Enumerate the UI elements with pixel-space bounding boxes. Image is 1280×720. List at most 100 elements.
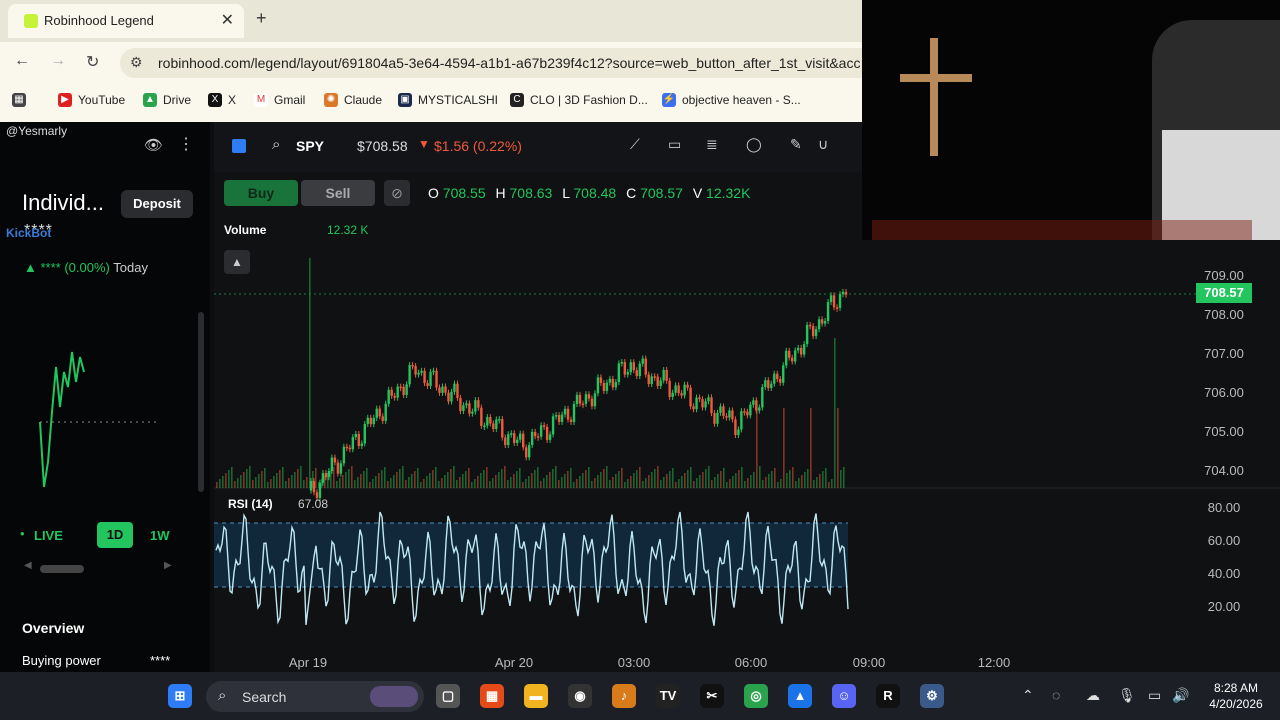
new-tab-icon[interactable]: + — [256, 8, 267, 29]
candle — [366, 417, 369, 424]
pencil-tool-icon[interactable]: ✎ — [790, 136, 802, 153]
candle — [327, 470, 331, 478]
site-info-icon[interactable]: ⚙ — [130, 54, 143, 71]
bookmark-gmail[interactable]: M Gmail — [254, 93, 305, 107]
network-icon[interactable]: ▭ — [1148, 687, 1161, 704]
scroll-right-icon[interactable]: ▶ — [164, 560, 172, 571]
obs-icon[interactable]: ◉ — [568, 684, 592, 708]
range-1w-button[interactable]: 1W — [150, 528, 170, 543]
account-sparkline — [39, 351, 160, 488]
drive-icon[interactable]: ▲ — [788, 684, 812, 708]
candle — [369, 417, 372, 425]
forward-icon[interactable]: → — [50, 52, 66, 70]
address-bar[interactable]: ⚙ robinhood.com/legend/layout/691804a5-3… — [120, 48, 880, 78]
volume-bar — [576, 479, 578, 488]
tradingview-icon[interactable]: TV — [656, 684, 680, 708]
candle — [629, 362, 632, 373]
vertical-scrollbar[interactable] — [198, 312, 204, 492]
ticker-symbol[interactable]: SPY — [296, 138, 324, 154]
volume-bar — [777, 482, 779, 488]
volume-bar — [225, 473, 227, 488]
settings-gear-icon[interactable]: ⚙ — [920, 684, 944, 708]
trendline-tool-icon[interactable]: ⟋ — [630, 136, 640, 153]
candle — [698, 397, 701, 400]
system-clock[interactable]: 8:28 AM 4/20/2026 — [1196, 680, 1276, 712]
volume-bar — [681, 476, 683, 488]
candle — [650, 376, 653, 385]
bookmark-drive[interactable]: ▲ Drive — [143, 93, 191, 107]
back-icon[interactable]: ← — [14, 52, 30, 70]
microphone-icon[interactable]: 🎙 — [1118, 687, 1136, 704]
volume-bar — [807, 469, 809, 488]
candle — [838, 294, 842, 308]
up-arrow-icon: ▲ — [24, 260, 37, 275]
bookmark-claude[interactable]: ✺ Claude — [324, 93, 382, 107]
buy-button[interactable]: Buy — [224, 180, 298, 206]
sell-button[interactable]: Sell — [301, 180, 375, 206]
candle — [611, 378, 615, 388]
candle — [492, 423, 495, 429]
volume-bar — [342, 475, 344, 488]
ellipse-tool-icon[interactable]: ◯ — [746, 136, 762, 153]
volume-bar — [705, 469, 707, 488]
volume-icon[interactable]: 🔊 — [1172, 687, 1189, 704]
tab-robinhood-legend[interactable]: Robinhood Legend ✕ — [8, 4, 244, 38]
live-indicator[interactable]: LIVE — [34, 528, 63, 543]
more-options-icon[interactable]: ⋮ — [178, 134, 194, 154]
volume-bar — [276, 473, 278, 488]
candle — [423, 370, 426, 384]
start-icon[interactable]: ⊞ — [168, 684, 192, 708]
candle — [575, 394, 579, 404]
volume-bar — [336, 481, 338, 488]
volume-bar — [786, 473, 788, 488]
magnet-icon[interactable]: ∪ — [818, 136, 828, 153]
volume-bar — [513, 474, 515, 488]
price-chart[interactable]: 709.00 708.00 707.00 706.00 705.00 704.00 80.0… — [214, 242, 1280, 672]
reload-icon[interactable]: ↻ — [86, 52, 99, 72]
account-name[interactable]: Individ... — [22, 190, 104, 216]
show-hidden-icons-icon[interactable]: ⌃ — [1022, 687, 1034, 704]
disable-trading-icon[interactable]: ⊘ — [384, 180, 410, 206]
bookmark-x[interactable]: XX — [208, 93, 236, 107]
close-tab-icon[interactable]: ✕ — [221, 10, 234, 30]
file-explorer-icon[interactable]: ▬ — [524, 684, 548, 708]
rsi-tick-label: 20.00 — [1208, 599, 1241, 614]
candle — [342, 446, 346, 464]
eye-icon[interactable]: 👁 — [144, 136, 163, 154]
bookmark-clo[interactable]: C CLO | 3D Fashion D... — [510, 93, 648, 107]
volume-bar — [339, 478, 341, 488]
link-color-icon[interactable] — [232, 139, 246, 153]
volume-bar — [717, 474, 719, 488]
range-1d-button[interactable]: 1D — [97, 522, 133, 548]
candle — [441, 386, 444, 393]
store-icon[interactable]: ▦ — [480, 684, 504, 708]
volume-bar — [441, 478, 443, 488]
volume-bar — [834, 338, 836, 488]
search-icon[interactable]: ⌕ — [272, 136, 280, 153]
horizontal-scrollbar[interactable] — [40, 565, 84, 573]
volume-bar — [447, 472, 449, 488]
fib-tool-icon[interactable]: ≣ — [706, 136, 718, 153]
discord-icon[interactable]: ☺ — [832, 684, 856, 708]
bookmark-youtube[interactable]: ▶ YouTube — [58, 93, 125, 107]
volume-bar — [672, 468, 674, 488]
task-view-icon[interactable]: ▢ — [436, 684, 460, 708]
fl-studio-icon[interactable]: ♪ — [612, 684, 636, 708]
rectangle-tool-icon[interactable]: ▭ — [668, 136, 681, 153]
chrome-icon[interactable]: ◎ — [744, 684, 768, 708]
wifi-sync-icon[interactable]: ◌ — [1052, 687, 1060, 703]
weather-icon[interactable]: ☁ — [1086, 687, 1100, 704]
deposit-button[interactable]: Deposit — [121, 190, 193, 218]
windows-taskbar: ⊞ ⌕ Search ▢ ▦ ▬ ◉ ♪ TV ✂ ◎ ▲ ☺ R ⚙ ⌃ ◌ … — [0, 672, 1280, 720]
roblox-icon[interactable]: R — [876, 684, 900, 708]
scroll-left-icon[interactable]: ◀ — [24, 560, 32, 571]
volume-bar — [273, 476, 275, 488]
volume-bar — [282, 467, 284, 488]
capcut-icon[interactable]: ✂ — [700, 684, 724, 708]
volume-bar — [270, 479, 272, 488]
taskbar-search[interactable]: ⌕ Search — [206, 681, 424, 712]
candle — [805, 324, 809, 345]
apps-grid-icon[interactable]: ▦ — [12, 93, 26, 107]
bookmark-objective-heaven[interactable]: ⚡ objective heaven - S... — [662, 93, 801, 107]
bookmark-mysticalshi[interactable]: ▣ MYSTICALSHI — [398, 93, 498, 107]
